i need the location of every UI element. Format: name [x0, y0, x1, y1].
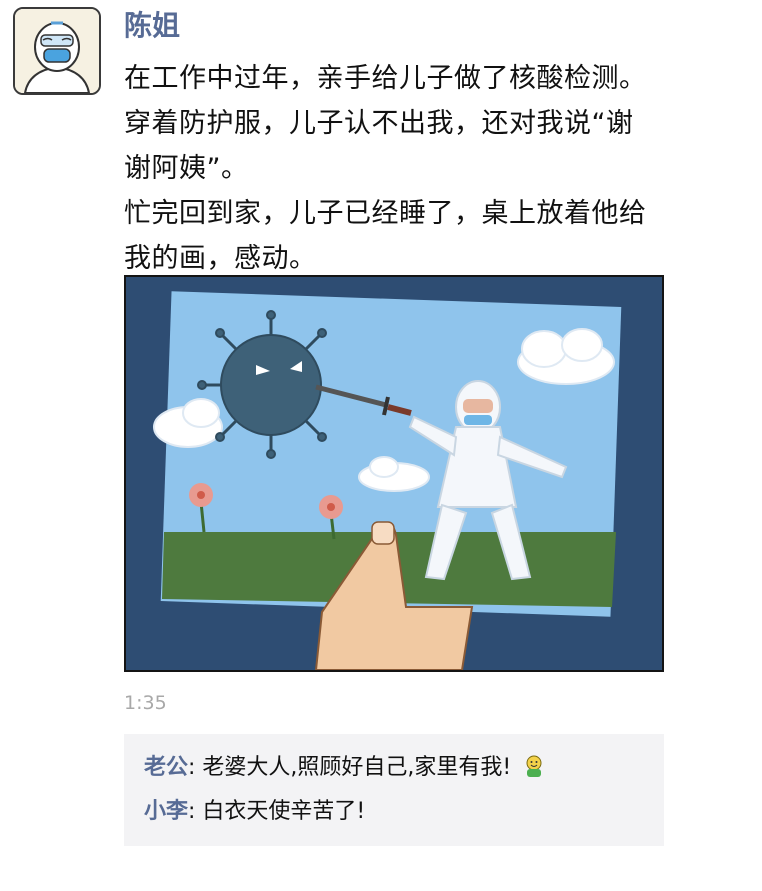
comment-author[interactable]: 老公	[144, 755, 188, 780]
cheer-emoji-icon	[522, 752, 546, 792]
comment-text: 老婆大人,照顾好自己,家里有我!	[202, 755, 512, 780]
post-photo[interactable]	[124, 275, 664, 672]
post-author-name[interactable]: 陈姐	[124, 8, 180, 44]
comments-panel: 老公: 老婆大人,照顾好自己,家里有我! 小李: 白衣天使辛苦了!	[124, 734, 664, 846]
comment-text: 白衣天使辛苦了!	[202, 799, 366, 824]
post-text-paragraph: 在工作中过年，亲手给儿子做了核酸检测。穿着防护服，儿子认不出我，还对我说“谢谢阿…	[124, 63, 647, 184]
comment-item[interactable]: 老公: 老婆大人,照顾好自己,家里有我!	[144, 748, 644, 792]
hazmat-suit-person-icon	[15, 9, 99, 93]
post-timestamp: 1:35	[124, 692, 167, 714]
post-text-paragraph: 忙完回到家，儿子已经睡了，桌上放着他给我的画，感动。	[124, 198, 647, 274]
comment-separator: :	[188, 755, 203, 780]
avatar[interactable]	[13, 7, 101, 95]
comment-item[interactable]: 小李: 白衣天使辛苦了!	[144, 792, 644, 832]
child-drawing-hazmat-hero-fighting-virus-icon	[126, 277, 662, 670]
comment-author[interactable]: 小李	[144, 799, 188, 824]
post-text: 在工作中过年，亲手给儿子做了核酸检测。穿着防护服，儿子认不出我，还对我说“谢谢阿…	[124, 56, 649, 281]
comment-separator: :	[188, 799, 203, 824]
